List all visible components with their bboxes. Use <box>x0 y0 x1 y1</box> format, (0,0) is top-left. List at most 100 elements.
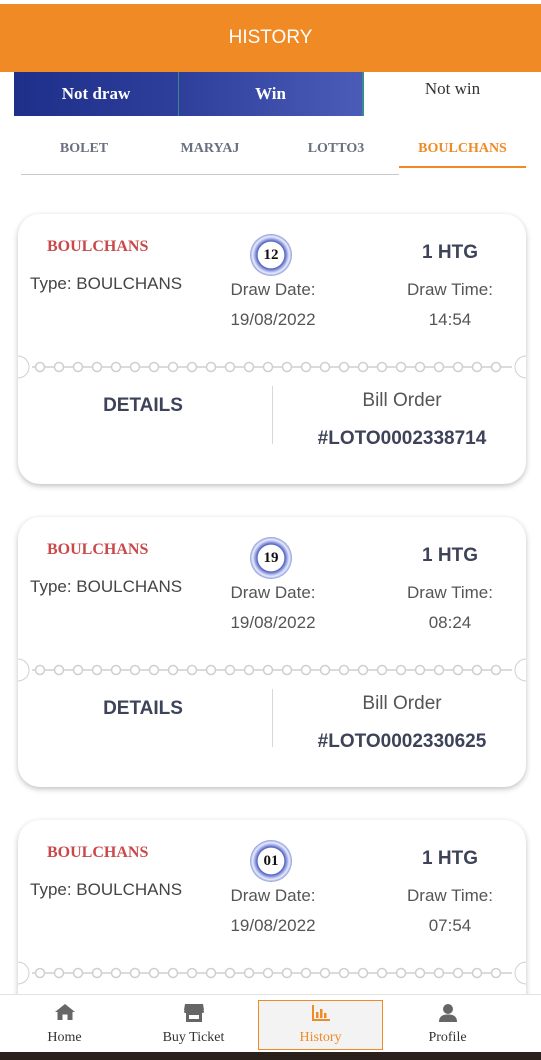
ball-number: 01 <box>263 852 279 869</box>
perforation-hole <box>262 361 274 373</box>
draw-date-label: Draw Date: <box>230 280 316 299</box>
perforation-divider <box>18 355 526 379</box>
perforation-hole <box>471 967 483 979</box>
perforation-hole <box>72 664 84 676</box>
perforation-hole <box>148 361 160 373</box>
perforation-hole <box>129 967 141 979</box>
perforation-hole <box>129 361 141 373</box>
perforation-hole <box>452 967 464 979</box>
perforation-hole <box>338 664 350 676</box>
ball-number: 19 <box>263 549 279 566</box>
nav-buy-ticket-label: Buy Ticket <box>162 1030 225 1045</box>
home-icon <box>54 1004 75 1020</box>
perforation-hole <box>452 664 464 676</box>
ticket-game-name: BOULCHANS <box>47 844 149 861</box>
perforation-hole <box>91 664 103 676</box>
nav-home-label: Home <box>47 1030 82 1045</box>
perforation-hole <box>129 664 141 676</box>
draw-date-value: 19/08/2022 <box>230 916 316 935</box>
perforation-hole <box>91 967 103 979</box>
perforation-hole <box>224 664 236 676</box>
perforation-hole <box>452 361 464 373</box>
nav-history[interactable]: History <box>258 1000 383 1050</box>
ticket-price: 1 HTG <box>422 848 478 869</box>
vertical-divider <box>272 689 273 747</box>
draw-time-label: Draw Time: <box>407 583 493 602</box>
draw-date-label: Draw Date: <box>230 583 316 602</box>
perforation-hole <box>319 361 331 373</box>
nav-home[interactable]: Home <box>0 995 129 1052</box>
draw-time-value: 08:24 <box>428 613 472 632</box>
ticket-type: Type: BOULCHANS <box>30 577 183 596</box>
perforation-hole <box>243 967 255 979</box>
ticket-type: Type: BOULCHANS <box>30 274 183 293</box>
perforation-hole <box>376 967 388 979</box>
ticket-price: 1 HTG <box>422 545 478 566</box>
nav-profile-label: Profile <box>428 1030 467 1045</box>
perforation-hole <box>262 664 274 676</box>
draw-time-value: 07:54 <box>428 916 472 935</box>
perforation-hole <box>414 361 426 373</box>
nav-profile[interactable]: Profile <box>383 995 512 1052</box>
perforation-hole <box>53 664 65 676</box>
perforation-hole <box>338 967 350 979</box>
perforation-hole <box>490 967 502 979</box>
perforation-hole <box>224 361 236 373</box>
perforation-hole <box>110 967 122 979</box>
perforation-hole <box>395 967 407 979</box>
perforation-hole <box>471 361 483 373</box>
perforation-hole <box>300 664 312 676</box>
perforation-hole <box>167 664 179 676</box>
nav-buy-ticket[interactable]: Buy Ticket <box>129 995 258 1052</box>
perforation-hole <box>357 967 369 979</box>
ticket-game-name: BOULCHANS <box>47 238 149 255</box>
bill-order-label: Bill Order <box>362 390 442 411</box>
perforation-hole <box>72 967 84 979</box>
ball-number: 12 <box>263 246 279 263</box>
perforation-notch <box>514 355 526 379</box>
perforation-hole <box>300 967 312 979</box>
perforation-hole <box>433 967 445 979</box>
perforation-hole <box>357 361 369 373</box>
perforation-hole <box>186 967 198 979</box>
store-icon <box>183 1004 204 1022</box>
ticket-card: BOULCHANS Type: BOULCHANS 19 Draw Date: … <box>18 517 526 787</box>
perforation-hole <box>414 664 426 676</box>
perforation-hole <box>34 361 46 373</box>
perforation-hole <box>357 664 369 676</box>
ticket-card: BOULCHANS Type: BOULCHANS 12 Draw Date: … <box>18 214 526 484</box>
perforation-hole <box>110 361 122 373</box>
perforation-hole <box>148 967 160 979</box>
perforation-hole <box>319 664 331 676</box>
details-button[interactable]: DETAILS <box>18 384 268 428</box>
draw-date-value: 19/08/2022 <box>230 613 316 632</box>
perforation-hole <box>167 967 179 979</box>
perforation-notch <box>514 658 526 682</box>
perforation-notch <box>18 961 30 985</box>
bill-order-label: Bill Order <box>362 693 442 714</box>
lottery-ball: 19 <box>250 537 292 579</box>
ticket-price: 1 HTG <box>422 242 478 263</box>
perforation-hole <box>243 361 255 373</box>
perforation-hole <box>186 361 198 373</box>
user-icon <box>438 1004 457 1022</box>
perforation-hole <box>490 664 502 676</box>
perforation-hole <box>433 361 445 373</box>
ticket-game-name: BOULCHANS <box>47 541 149 558</box>
draw-time-label: Draw Time: <box>407 280 493 299</box>
perforation-hole <box>281 361 293 373</box>
perforation-hole <box>224 967 236 979</box>
perforation-hole <box>186 664 198 676</box>
perforation-hole <box>376 361 388 373</box>
perforation-hole <box>471 664 483 676</box>
perforation-hole <box>433 664 445 676</box>
perforation-hole <box>395 664 407 676</box>
perforation-hole <box>53 967 65 979</box>
system-bar <box>0 1052 541 1060</box>
perforation-hole <box>490 361 502 373</box>
perforation-hole <box>72 361 84 373</box>
perforation-hole <box>414 967 426 979</box>
ticket-type: Type: BOULCHANS <box>30 880 183 899</box>
bill-order-number: #LOTO0002338714 <box>317 428 487 449</box>
details-button[interactable]: DETAILS <box>18 687 268 731</box>
